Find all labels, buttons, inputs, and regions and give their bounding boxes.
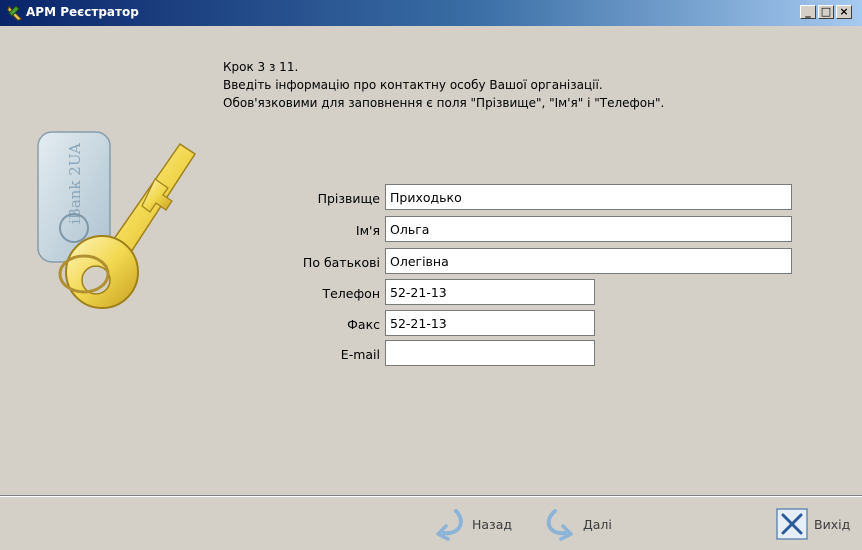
step-indicator: Крок 3 з 11. [223,60,299,74]
fax-input[interactable] [385,310,595,336]
minimize-icon: _ [805,5,811,18]
instructions: Крок 3 з 11. Введіть інформацію про конт… [223,58,664,112]
next-button[interactable]: Далі [543,506,612,542]
exit-button[interactable]: Вихід [776,506,850,542]
name-label: Ім'я [355,223,380,238]
instruction-line-2: Обов'язковими для заповнення є поля "Прі… [223,96,665,110]
name-input[interactable] [385,216,792,242]
fax-label: Факс [347,317,380,332]
surname-input[interactable] [385,184,792,210]
close-icon: × [839,5,849,18]
window-title: АРМ Реєстратор [26,5,139,19]
close-button[interactable]: × [836,5,852,19]
next-label: Далі [583,516,612,532]
phone-input[interactable] [385,279,595,305]
instruction-line-1: Введіть інформацію про контактну особу В… [223,78,603,92]
phone-label: Телефон [322,286,380,301]
maximize-button[interactable]: □ [818,5,834,19]
minimize-button[interactable]: _ [800,5,816,19]
maximize-icon: □ [820,5,832,18]
app-icon [7,5,22,21]
surname-label: Прізвище [317,191,380,206]
title-bar: АРМ Реєстратор _ □ × [0,0,862,26]
patronymic-input[interactable] [385,248,792,274]
email-input[interactable] [385,340,595,366]
arrow-next-icon [546,509,573,541]
back-label: Назад [472,516,513,532]
email-label: E-mail [340,347,380,362]
exit-label: Вихід [814,516,851,532]
exit-x-icon [776,508,808,540]
arrow-back-icon [436,509,463,541]
patronymic-label: По батькові [302,255,380,270]
key-icon: iBank 2UA [37,131,197,309]
ibank-tag-text: iBank 2UA [66,143,84,224]
back-button[interactable]: Назад [432,506,512,542]
footer-divider [0,495,862,497]
